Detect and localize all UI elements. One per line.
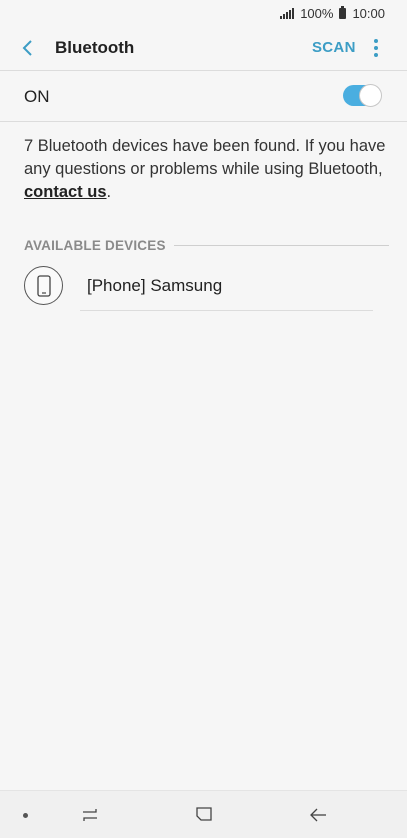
bluetooth-toggle-switch[interactable] [343, 84, 382, 107]
section-divider [173, 245, 389, 246]
more-vertical-icon[interactable] [367, 36, 385, 60]
contact-us-link[interactable]: contact us [24, 183, 107, 201]
battery-icon [339, 5, 347, 19]
info-text: 7 Bluetooth devices have been found. If … [24, 135, 389, 204]
toggle-knob [359, 84, 382, 107]
scan-button[interactable]: SCAN [312, 39, 356, 56]
status-bar: 100% 10:00 [0, 0, 407, 26]
available-devices-header: AVAILABLE DEVICES [24, 238, 389, 253]
bluetooth-toggle-row[interactable]: ON [0, 71, 407, 121]
page-title: Bluetooth [55, 38, 135, 57]
divider [80, 310, 373, 311]
navigation-bar [0, 790, 407, 838]
divider [0, 121, 407, 122]
recents-icon[interactable] [80, 805, 100, 830]
nav-dot-icon [23, 813, 28, 818]
clock: 10:00 [352, 5, 385, 21]
info-suffix: . [106, 183, 112, 201]
signal-icon [280, 7, 295, 19]
home-icon[interactable] [194, 804, 214, 829]
toggle-label: ON [24, 87, 50, 106]
phone-icon [24, 266, 63, 305]
info-message: 7 Bluetooth devices have been found. If … [24, 137, 386, 178]
back-icon[interactable] [308, 805, 328, 830]
back-arrow-icon[interactable] [18, 38, 38, 58]
section-label: AVAILABLE DEVICES [24, 238, 166, 253]
battery-percent: 100% [300, 5, 334, 21]
device-item[interactable]: [Phone] Samsung [0, 264, 407, 310]
app-bar: Bluetooth SCAN [0, 26, 407, 70]
device-name: [Phone] Samsung [87, 276, 223, 295]
